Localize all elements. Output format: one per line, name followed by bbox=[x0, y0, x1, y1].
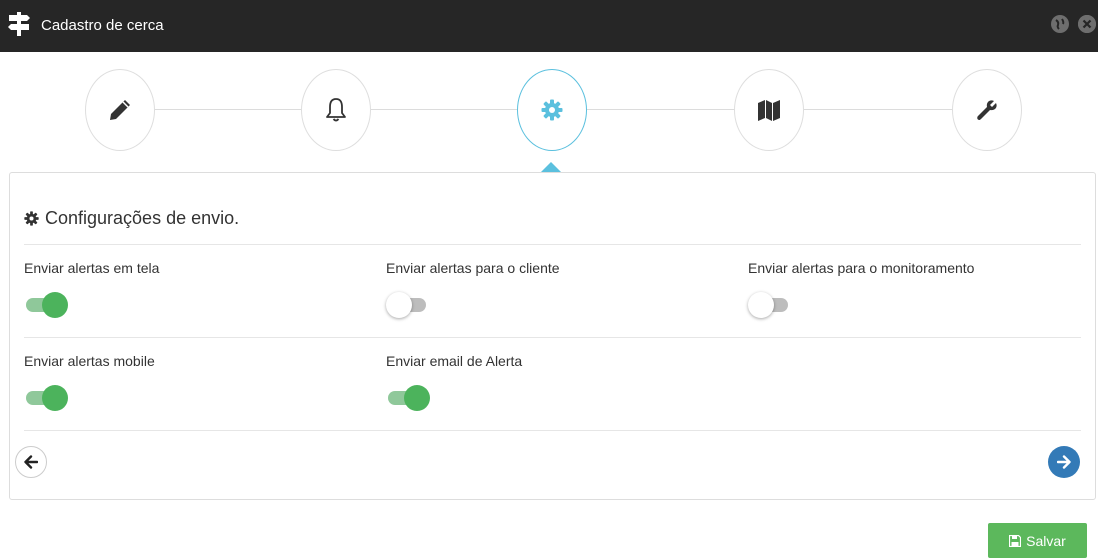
stepper-connector bbox=[804, 109, 952, 110]
signpost-icon bbox=[8, 12, 30, 36]
step-map[interactable] bbox=[734, 69, 804, 151]
alerts-mobile-toggle[interactable] bbox=[24, 384, 70, 412]
step-wrench[interactable] bbox=[952, 69, 1022, 151]
save-button-label: Salvar bbox=[1026, 532, 1066, 549]
wrench-icon bbox=[977, 100, 997, 121]
divider bbox=[24, 430, 1081, 431]
arrow-right-icon bbox=[1057, 455, 1071, 469]
map-icon bbox=[758, 100, 780, 121]
gear-icon bbox=[541, 99, 563, 121]
field-alerts-monitoring: Enviar alertas para o monitoramento bbox=[748, 260, 975, 318]
settings-panel: Configurações de envio. Enviar alertas e… bbox=[9, 172, 1096, 500]
alerts-monitoring-toggle[interactable] bbox=[748, 291, 794, 319]
stepper-connector bbox=[371, 109, 517, 110]
field-alert-email: Enviar email de Alerta bbox=[386, 353, 523, 411]
field-alerts-screen: Enviar alertas em tela bbox=[24, 260, 160, 318]
close-icon[interactable] bbox=[1078, 15, 1096, 33]
save-button[interactable]: Salvar bbox=[988, 523, 1087, 558]
window-titlebar: Cadastro de cerca bbox=[0, 0, 1098, 52]
stepper-connector bbox=[587, 109, 734, 110]
alerts-screen-toggle[interactable] bbox=[24, 291, 70, 319]
step-bell[interactable] bbox=[301, 69, 371, 151]
arrow-left-icon bbox=[24, 455, 38, 469]
active-step-pointer bbox=[541, 162, 561, 172]
bell-icon bbox=[326, 98, 346, 122]
field-label: Enviar alertas para o monitoramento bbox=[748, 260, 975, 276]
alert-email-toggle[interactable] bbox=[386, 384, 432, 412]
field-label: Enviar alertas em tela bbox=[24, 260, 160, 276]
field-alerts-mobile: Enviar alertas mobile bbox=[24, 353, 155, 411]
step-pencil[interactable] bbox=[85, 69, 155, 151]
floppy-disk-icon bbox=[1009, 534, 1022, 547]
alerts-client-toggle[interactable] bbox=[386, 291, 432, 319]
field-label: Enviar alertas mobile bbox=[24, 353, 155, 369]
stepper-connector bbox=[155, 109, 301, 110]
divider bbox=[24, 337, 1081, 338]
step-gear[interactable] bbox=[517, 69, 587, 151]
section-title: Configurações de envio. bbox=[24, 208, 239, 229]
previous-step-button[interactable] bbox=[15, 446, 47, 478]
pencil-icon bbox=[110, 100, 130, 120]
field-alerts-client: Enviar alertas para o cliente bbox=[386, 260, 560, 318]
field-label: Enviar alertas para o cliente bbox=[386, 260, 560, 276]
gear-icon bbox=[24, 211, 39, 226]
next-step-button[interactable] bbox=[1048, 446, 1080, 478]
section-title-text: Configurações de envio. bbox=[45, 208, 240, 228]
window-title: Cadastro de cerca bbox=[41, 17, 164, 34]
divider bbox=[24, 244, 1081, 245]
globe-icon[interactable] bbox=[1051, 15, 1069, 33]
field-label: Enviar email de Alerta bbox=[386, 353, 523, 369]
